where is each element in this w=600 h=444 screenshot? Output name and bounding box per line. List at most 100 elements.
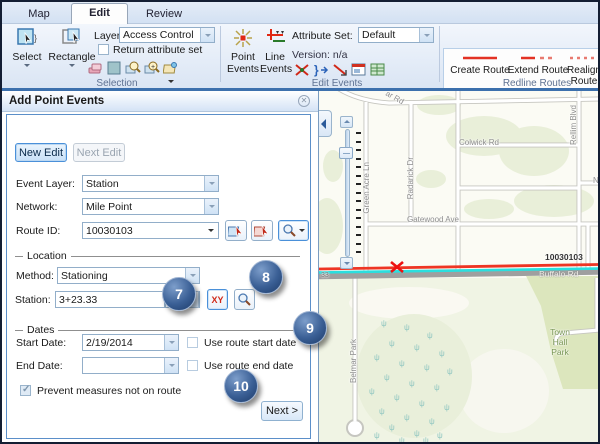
event-table-icon[interactable]	[370, 62, 386, 78]
map-canvas[interactable]: ar Rd Colwick Rd Rellim Blvd N Green Acr…	[318, 91, 598, 442]
attribute-set-combobox[interactable]: Default	[358, 27, 434, 43]
prevent-measures-checkbox[interactable]	[20, 385, 31, 396]
tab-review[interactable]: Review	[138, 5, 190, 24]
wetland-tuft-icon: ψ	[389, 423, 395, 432]
station-input[interactable]: 3+23.33	[55, 291, 165, 308]
panel-collapse-button[interactable]	[319, 110, 332, 137]
network-label: Network:	[16, 201, 57, 213]
wetland-tuft-icon: ψ	[369, 387, 375, 396]
panel-header: Add Point Events ✕	[2, 91, 318, 112]
xy-icon: XY	[211, 295, 223, 305]
xy-button[interactable]: XY	[207, 289, 228, 310]
route-zoom-dropdown-button[interactable]	[278, 220, 309, 241]
extend-route-button[interactable]: Extend Route	[507, 54, 569, 76]
location-legend: Location	[23, 250, 71, 262]
next-button[interactable]: Next >	[261, 401, 303, 421]
network-dropdown-button[interactable]	[204, 199, 218, 214]
merge-events-icon[interactable]: }	[313, 62, 329, 78]
route-zoom-caret[interactable]	[299, 229, 305, 235]
zoom-tick	[356, 166, 361, 168]
zoom-in-button[interactable]	[340, 116, 353, 128]
zoom-to-selection-icon[interactable]	[125, 60, 141, 76]
start-date-value: 2/19/2014	[83, 337, 164, 349]
gatewood-ave-label: Gatewood Ave	[407, 215, 459, 224]
network-value: Mile Point	[83, 201, 204, 213]
svg-text:}: }	[314, 63, 319, 77]
pan-to-selection-icon[interactable]: +	[144, 60, 160, 76]
start-date-input[interactable]: 2/19/2014	[82, 334, 179, 351]
use-route-start-date-checkbox[interactable]	[187, 337, 198, 348]
split-event-icon[interactable]	[294, 62, 310, 78]
magnifier-icon	[282, 223, 297, 238]
line-events-icon	[263, 27, 287, 49]
tab-map[interactable]: Map	[16, 5, 62, 24]
wetland-tuft-icon: ψ	[423, 436, 429, 442]
dates-legend: Dates	[23, 324, 58, 336]
move-event-icon[interactable]	[332, 62, 348, 78]
extend-route-label: Extend Route	[507, 65, 569, 76]
wetland-tuft-icon: ψ	[424, 363, 430, 372]
event-layer-label: Event Layer:	[16, 178, 75, 190]
wetland-tuft-icon: ψ	[404, 323, 410, 332]
wetland-tuft-icon: ψ	[389, 339, 395, 348]
zoom-slider-handle[interactable]	[339, 147, 353, 159]
station-zoom-button[interactable]	[234, 289, 255, 310]
callout-9: 9	[293, 311, 327, 345]
end-date-input[interactable]	[82, 357, 179, 374]
layer-dropdown-button[interactable]	[200, 28, 214, 42]
use-route-end-date-checkbox[interactable]	[187, 360, 198, 371]
panel-close-icon[interactable]: ✕	[298, 95, 310, 107]
wetland-tuft-icon: ψ	[379, 407, 385, 416]
layer-combobox[interactable]: Access Control	[119, 27, 215, 43]
select-dropdown-caret[interactable]	[24, 64, 30, 70]
select-button[interactable]: } Select	[6, 27, 48, 70]
tab-edit[interactable]: Edit	[71, 3, 128, 24]
point-events-button[interactable]: Point Events	[226, 27, 260, 75]
select-route-on-map-button[interactable]	[225, 220, 247, 241]
application-window: Map Edit Review } Select Rectangle Layer…	[0, 0, 600, 444]
zoom-tick	[356, 243, 361, 245]
town-hall-park-label: Town Hall Park	[543, 327, 577, 357]
line-events-button[interactable]: Line Events	[260, 27, 290, 75]
return-attribute-set-label: Return attribute set	[113, 44, 202, 56]
belmar-park-label: Belmar Park	[349, 339, 358, 383]
end-date-dropdown-button[interactable]	[164, 358, 178, 373]
next-edit-button[interactable]: Next Edit	[73, 143, 125, 162]
event-layer-combobox[interactable]: Station	[82, 175, 219, 192]
clear-selection-icon[interactable]	[87, 60, 103, 76]
zoom-tick	[356, 251, 361, 253]
callout-7: 7	[162, 277, 196, 311]
start-date-dropdown-button[interactable]	[164, 335, 178, 350]
create-route-label: Create Route	[445, 65, 515, 76]
selectable-layers-icon[interactable]	[106, 60, 122, 76]
route-id-dropdown-button[interactable]	[204, 226, 218, 235]
selection-options-icon[interactable]	[163, 60, 179, 76]
selection-options-caret[interactable]	[168, 80, 174, 86]
wetland-tuft-icon: ψ	[409, 379, 415, 388]
callout-10: 10	[224, 369, 258, 403]
create-route-button[interactable]: Create Route	[445, 54, 515, 76]
radarick-dr-label: Radarick Dr	[406, 157, 415, 199]
event-layer-dropdown-button[interactable]	[204, 176, 218, 191]
zoom-tick	[356, 209, 361, 211]
wetland-tuft-icon: ψ	[381, 319, 387, 328]
wetland-tuft-icon: ψ	[429, 417, 435, 426]
wetland-tuft-icon: ψ	[444, 403, 450, 412]
realign-route-icon	[568, 54, 600, 62]
zoom-out-button[interactable]	[340, 257, 353, 269]
create-route-icon	[460, 54, 500, 62]
point-events-icon	[231, 27, 255, 49]
wetland-tuft-icon: ψ	[439, 349, 445, 358]
attribute-set-dropdown-button[interactable]	[419, 28, 433, 42]
rectangle-dropdown-caret[interactable]	[69, 64, 75, 70]
n-road-label-fragment: N	[593, 176, 598, 185]
clear-route-selection-button[interactable]	[251, 220, 273, 241]
wetland-tuft-icon: ψ	[434, 383, 440, 392]
new-edit-button[interactable]: New Edit	[15, 143, 67, 162]
measure-label: 33	[321, 272, 329, 279]
route-id-combobox[interactable]: 10030103	[82, 222, 219, 239]
line-events-label: Line Events	[260, 51, 292, 75]
network-combobox[interactable]: Mile Point	[82, 198, 219, 215]
return-attribute-set-checkbox[interactable]	[98, 44, 109, 55]
event-attributes-icon[interactable]	[351, 62, 367, 78]
